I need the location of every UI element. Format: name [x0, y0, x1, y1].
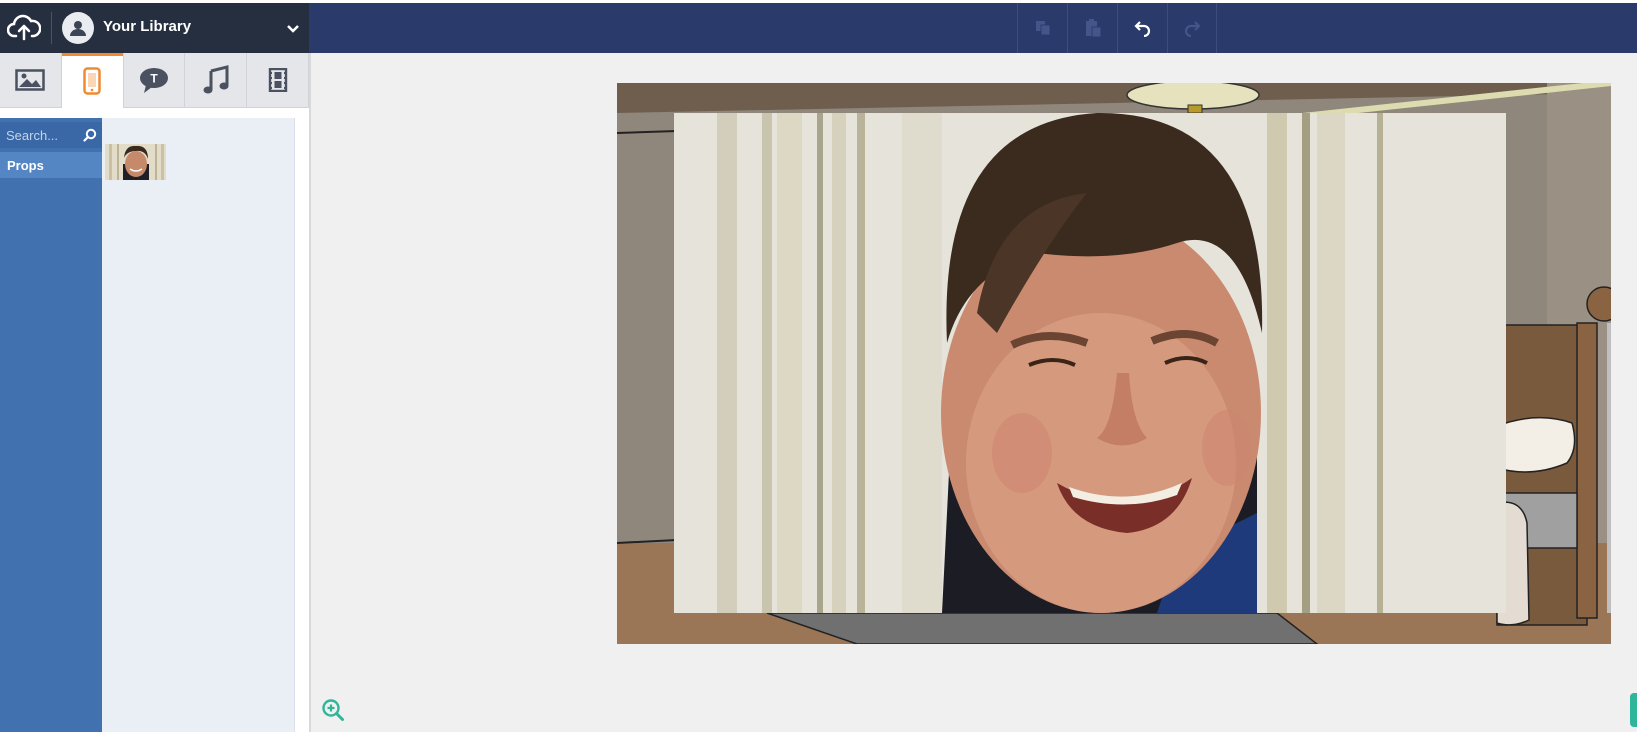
tab-props[interactable]	[61, 53, 124, 108]
panel-gap	[0, 108, 309, 118]
search-box[interactable]	[0, 122, 102, 148]
asset-tabs: T	[0, 53, 309, 108]
copy-button[interactable]	[1017, 3, 1067, 53]
search-icon[interactable]	[83, 128, 97, 147]
search-input[interactable]	[6, 127, 78, 143]
redo-icon	[1184, 21, 1201, 37]
zoom-in-icon	[322, 699, 344, 721]
music-note-icon	[203, 65, 229, 94]
speech-bubble-icon: T	[139, 68, 168, 93]
asset-grid	[102, 118, 294, 732]
phone-icon	[83, 66, 101, 95]
paste-button[interactable]	[1067, 3, 1117, 53]
film-icon	[268, 68, 287, 92]
prop-thumbnail[interactable]	[105, 144, 166, 180]
header-separator	[51, 12, 52, 44]
image-icon	[15, 69, 46, 91]
panel-toggle-handle[interactable]	[1630, 693, 1637, 727]
edit-toolbar	[1017, 3, 1217, 53]
tab-backgrounds[interactable]	[0, 53, 62, 108]
svg-text:T: T	[150, 72, 158, 86]
undo-button[interactable]	[1117, 3, 1167, 53]
library-header[interactable]: Your Library	[0, 3, 309, 53]
copy-icon	[1035, 21, 1050, 36]
category-item-props[interactable]: Props	[0, 152, 102, 178]
library-title[interactable]: Your Library	[103, 18, 191, 35]
photo-prop[interactable]	[674, 112, 1506, 613]
chevron-down-icon[interactable]	[286, 21, 300, 39]
redo-button[interactable]	[1167, 3, 1217, 53]
scene-canvas[interactable]	[617, 83, 1611, 644]
zoom-in-button[interactable]	[321, 698, 345, 727]
tab-video[interactable]	[247, 53, 309, 108]
category-sidebar: Props	[0, 118, 102, 732]
paste-icon	[1085, 19, 1101, 38]
tab-sound[interactable]	[185, 53, 248, 108]
tab-text[interactable]: T	[123, 53, 186, 108]
stage-divider	[309, 53, 311, 732]
panel-scrollbar[interactable]	[294, 118, 309, 732]
cloud-upload-icon[interactable]	[6, 12, 42, 44]
user-icon	[62, 12, 94, 44]
undo-icon	[1133, 21, 1150, 37]
